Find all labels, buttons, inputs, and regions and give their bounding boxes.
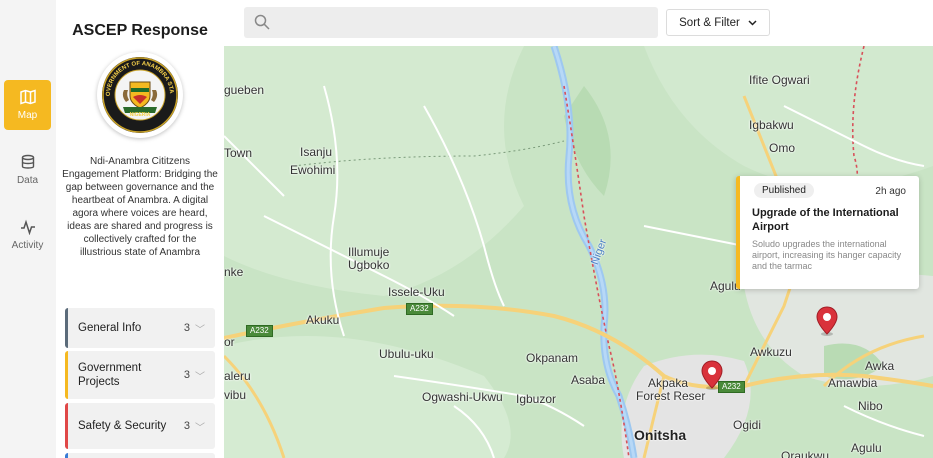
map-label: Ewohimi [290,163,336,177]
map-label: vibu [224,388,247,402]
nav-item-activity[interactable]: Activity [4,210,51,260]
map-label: Awka [865,359,895,373]
nav-item-label: Map [17,110,38,121]
map-label: Amawbia [828,376,878,390]
road-tag: A232 [246,325,273,337]
map-label: Forest Reser [636,389,706,403]
timestamp: 2h ago [875,186,906,197]
map-label: or [224,335,235,349]
database-icon [21,154,34,169]
category-label: General Info [78,322,142,334]
status-badge: Published [754,183,814,198]
sidebar: ASCEP Response GOVERNMENT OF ANAMBRA STA… [56,0,224,458]
nav-item-label: Activity [11,240,44,251]
popup-title: Upgrade of the International Airport [752,207,899,233]
top-bar: Sort & Filter [224,0,933,46]
map-icon [19,89,36,105]
map-label: Okpanam [526,351,579,365]
map-label: nke [224,265,244,279]
nav-item-data[interactable]: Data [4,145,51,195]
category-partial[interactable] [65,453,215,458]
map-label: Akpaka [648,376,689,390]
app-title: ASCEP Response [72,22,208,39]
nav-item-label: Data [16,175,39,186]
map-label: Oraukwu [781,449,830,458]
map-label: Issele-Uku [388,285,445,299]
activity-icon [20,219,35,235]
map-label: Agulu [851,441,882,455]
map-label: Nibo [858,399,883,413]
map-label: Awkuzu [750,345,792,359]
road-tag: A232 [406,303,433,315]
map-label: Illumuje [348,245,390,259]
category-label: Government Projects [78,362,142,388]
category-general-info[interactable]: General Info 3 ﹀ [65,308,215,348]
anambra-state-seal-logo: GOVERNMENT OF ANAMBRA STATE NIGERIA [95,48,183,138]
map-label: Ogidi [733,418,762,432]
map-label: Omo [769,141,796,155]
search-input[interactable] [244,7,658,38]
chevron-down-icon: ﹀ [195,324,205,336]
category-count: 3 [183,322,190,334]
map-label: Igbakwu [749,118,794,132]
popup-description: Soludo upgrades the international airpor… [752,239,902,271]
project-popup-card[interactable]: Published 2h ago Upgrade of the Internat… [736,176,919,289]
category-label: Safety & Security [78,420,167,432]
map-label: Ifite Ogwari [749,73,810,87]
map-label: Akuku [306,313,340,327]
chevron-down-icon: ﹀ [195,422,205,434]
map-label: gueben [224,83,265,97]
map-label: Isanju [300,145,333,159]
category-government-projects[interactable]: Government Projects 3 ﹀ [65,351,215,399]
chevron-down-icon: ﹀ [195,371,205,383]
platform-description: Ndi-Anambra Cititzens Engagement Platfor… [62,156,218,258]
sort-filter-label: Sort & Filter [679,16,740,29]
map-label: Ubulu-uku [379,347,434,361]
map-pin-icon[interactable] [816,306,838,336]
map-pin-icon[interactable] [701,360,723,390]
map-label: Igbuzor [516,392,557,406]
sort-filter-button[interactable]: Sort & Filter [666,9,770,36]
category-count: 3 [183,369,190,381]
map-label: Onitsha [634,427,687,443]
search-icon [254,14,270,30]
map-label: Ugboko [348,258,390,272]
nav-rail: Map Data Activity [0,0,56,458]
map-label: Asaba [571,373,606,387]
map-label: Ogwashi-Ukwu [422,390,503,404]
map-label: aleru [224,369,251,383]
seal-bottom-text: NIGERIA [130,112,151,118]
category-count: 3 [183,420,190,432]
map-label: Town [224,146,253,160]
nav-item-map[interactable]: Map [4,80,51,130]
category-safety-security[interactable]: Safety & Security 3 ﹀ [65,403,215,449]
chevron-down-icon [748,19,757,26]
